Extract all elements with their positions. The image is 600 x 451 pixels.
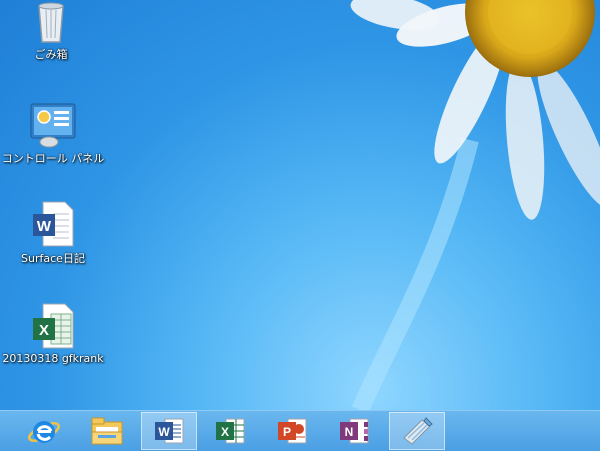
taskbar-button-internet-explorer[interactable] [16, 412, 72, 450]
internet-explorer-icon [28, 421, 60, 443]
onenote-icon: N [340, 418, 369, 444]
desktop-icon-label: ごみ箱 [34, 48, 68, 61]
word-letter: W [158, 425, 170, 439]
desktop: ごみ箱 コントロール パネル W Surface日記 X 20130318 gf… [0, 0, 600, 410]
desktop-icon-recycle-bin[interactable]: ごみ箱 [0, 0, 106, 62]
desktop-icon-label: 20130318 gfkrank [2, 352, 104, 365]
svg-text:W: W [37, 218, 52, 235]
taskbar-button-excel[interactable]: X [202, 412, 258, 450]
desktop-icon-control-panel[interactable]: コントロール パネル [0, 100, 108, 166]
taskbar-button-journal[interactable] [389, 412, 445, 450]
taskbar-button-word[interactable]: W [141, 412, 197, 450]
taskbar-button-onenote[interactable]: N [326, 412, 382, 450]
file-explorer-icon [91, 417, 123, 445]
word-icon: W [155, 418, 184, 444]
taskbar: W X P N [0, 410, 600, 451]
onenote-letter: N [345, 425, 354, 439]
desktop-icon-surface-diary[interactable]: W Surface日記 [0, 200, 108, 266]
taskbar-button-file-explorer[interactable] [79, 412, 135, 450]
excel-letter: X [221, 425, 229, 439]
taskbar-button-powerpoint[interactable]: P [264, 412, 320, 450]
recycle-bin-icon [27, 0, 75, 44]
journal-icon [403, 417, 433, 445]
powerpoint-icon: P [278, 418, 307, 444]
desktop-icon-label: Surface日記 [21, 252, 85, 265]
control-panel-icon [29, 100, 77, 148]
word-document-icon: W [29, 200, 77, 248]
desktop-icon-gfkrank[interactable]: X 20130318 gfkrank [0, 302, 108, 365]
excel-icon: X [216, 418, 245, 444]
desktop-icon-label: コントロール パネル [1, 152, 105, 165]
svg-text:X: X [39, 322, 49, 339]
excel-document-icon: X [29, 302, 77, 350]
powerpoint-letter: P [283, 425, 291, 439]
